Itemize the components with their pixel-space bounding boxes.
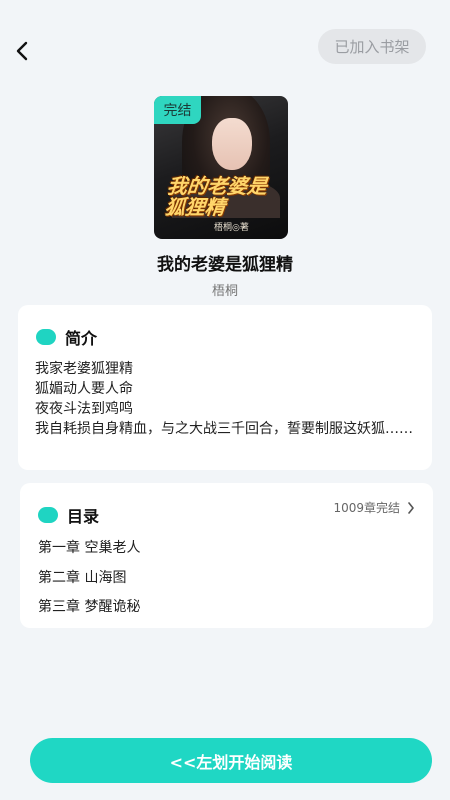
cover-author-art: 梧桐◎著	[214, 223, 249, 233]
toc-card[interactable]: 目录 1009章完结 第一章 空巢老人 第二章 山海图 第三章 梦醒诡秘	[20, 483, 433, 628]
book-author: 梧桐	[211, 284, 238, 299]
chapter-item-1[interactable]: 第一章 空巢老人	[38, 537, 140, 557]
toc-header: 目录	[38, 503, 99, 527]
back-button[interactable]	[8, 36, 36, 66]
book-cover[interactable]: 完结 我的老婆是狐狸精 梧桐◎著	[154, 96, 288, 239]
intro-text: 我家老婆狐狸精 狐媚动人要人命 夜夜斗法到鸡鸣 我自耗损自身精血，与之大战三千回…	[35, 359, 420, 439]
intro-line: 我自耗损自身精血，与之大战三千回合，誓要制服这妖狐……	[35, 421, 413, 437]
toc-status-link[interactable]: 1009章完结	[333, 499, 415, 516]
intro-heading: 简介	[65, 329, 98, 348]
cover-title-art: 我的老婆是狐狸精	[163, 174, 269, 219]
toc-dot-icon	[38, 507, 58, 523]
status-badge: 完结	[154, 96, 201, 124]
intro-line: 夜夜斗法到鸡鸣	[35, 401, 133, 417]
intro-card: 简介 我家老婆狐狸精 狐媚动人要人命 夜夜斗法到鸡鸣 我自耗损自身精血，与之大战…	[18, 305, 432, 470]
intro-dot-icon	[36, 329, 56, 345]
chapter-item-2[interactable]: 第二章 山海图	[38, 567, 126, 587]
book-title: 我的老婆是狐狸精	[157, 255, 293, 275]
chapter-item-3[interactable]: 第三章 梦醒诡秘	[38, 596, 140, 616]
intro-line: 我家老婆狐狸精	[35, 361, 133, 377]
intro-header: 简介	[36, 325, 97, 349]
added-to-shelf-button[interactable]: 已加入书架	[318, 29, 426, 64]
start-reading-button[interactable]: <<左划开始阅读	[30, 738, 432, 783]
intro-line: 狐媚动人要人命	[35, 381, 133, 397]
chevron-left-icon	[16, 41, 28, 61]
cover-face-illustration	[212, 118, 252, 170]
chevron-right-icon	[408, 501, 414, 514]
toc-status-text: 1009章完结	[333, 501, 400, 515]
toc-heading: 目录	[67, 507, 100, 526]
